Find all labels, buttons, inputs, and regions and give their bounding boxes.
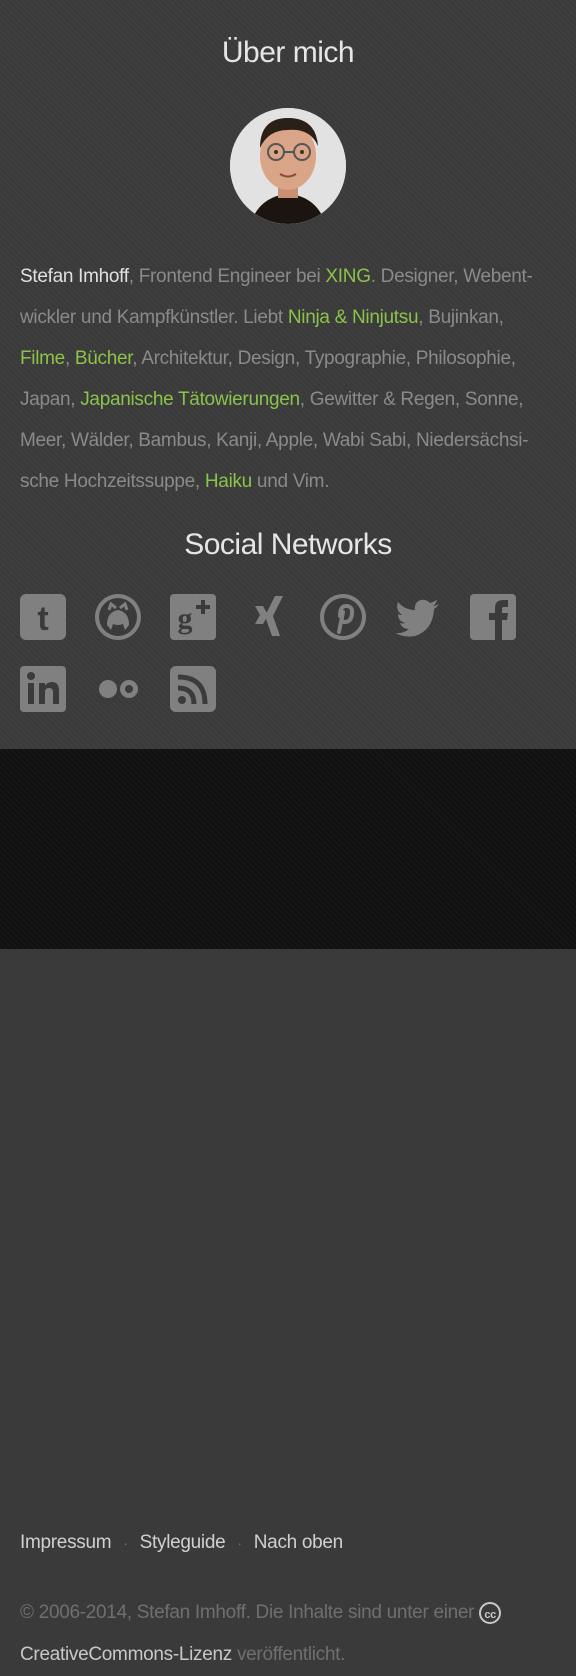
xing-link[interactable]: XING [325,266,371,287]
license-link-label: CreativeCommons-Lizenz [20,1644,232,1665]
pinterest-icon[interactable] [318,592,368,642]
nav-separator: · [237,1534,242,1551]
bio-text-3: , Bujinkan, [418,307,504,328]
flickr-icon[interactable] [93,664,143,714]
rss-icon[interactable] [168,664,218,714]
footer: Impressum · Styleguide · Nach oben © 2006-20… [0,749,576,1665]
haiku-link[interactable]: Haiku [205,471,252,492]
bio-text: Stefan Imhoff, Frontend Engineer bei XIN… [20,256,540,502]
twitter-icon[interactable] [393,592,443,642]
svg-text:g: g [178,602,193,635]
ninja-link[interactable]: Ninja & Ninjutsu [288,307,419,328]
impressum-link[interactable]: Impressum [20,1532,112,1553]
github-icon[interactable] [93,592,143,642]
avatar [230,108,346,224]
about-title: Über mich [221,36,355,69]
footer-nav: Impressum · Styleguide · Nach oben [20,1532,343,1554]
buecher-link[interactable]: Bücher [75,348,133,369]
facebook-icon[interactable] [468,592,518,642]
license-suffix: veröffentlicht. [231,1644,346,1665]
filme-link[interactable]: Filme [20,348,65,369]
bio-text-4: , [64,348,75,369]
xing-icon[interactable] [243,592,293,642]
google-plus-icon[interactable]: g [168,592,218,642]
bio-text-1: , Frontend Engineer bei [128,266,326,287]
back-to-top-link[interactable]: Nach oben [254,1532,344,1553]
linkedin-icon[interactable] [18,664,68,714]
nav-separator: · [123,1534,128,1551]
copyright-line: © 2006-2014, Stefan Imhoff. Die Inhalte … [20,1602,480,1623]
main-content: Über mich Stefan Imhoff, Frontend Engine… [0,0,576,749]
styleguide-link[interactable]: Styleguide [140,1532,226,1553]
svg-text:t: t [37,600,48,638]
tumblr-icon[interactable]: t [18,592,68,642]
social-title: Social Networks [184,528,392,561]
creative-commons-icon: cc [479,1601,502,1624]
bio-text-7: und Vim. [251,471,330,492]
copyright-text: © 2006-2014, Stefan Imhoff. Die Inhalte … [20,1592,540,1676]
author-name: Stefan Imhoff [20,266,129,287]
tattoo-link[interactable]: Japanische Tätowierungen [80,389,300,410]
